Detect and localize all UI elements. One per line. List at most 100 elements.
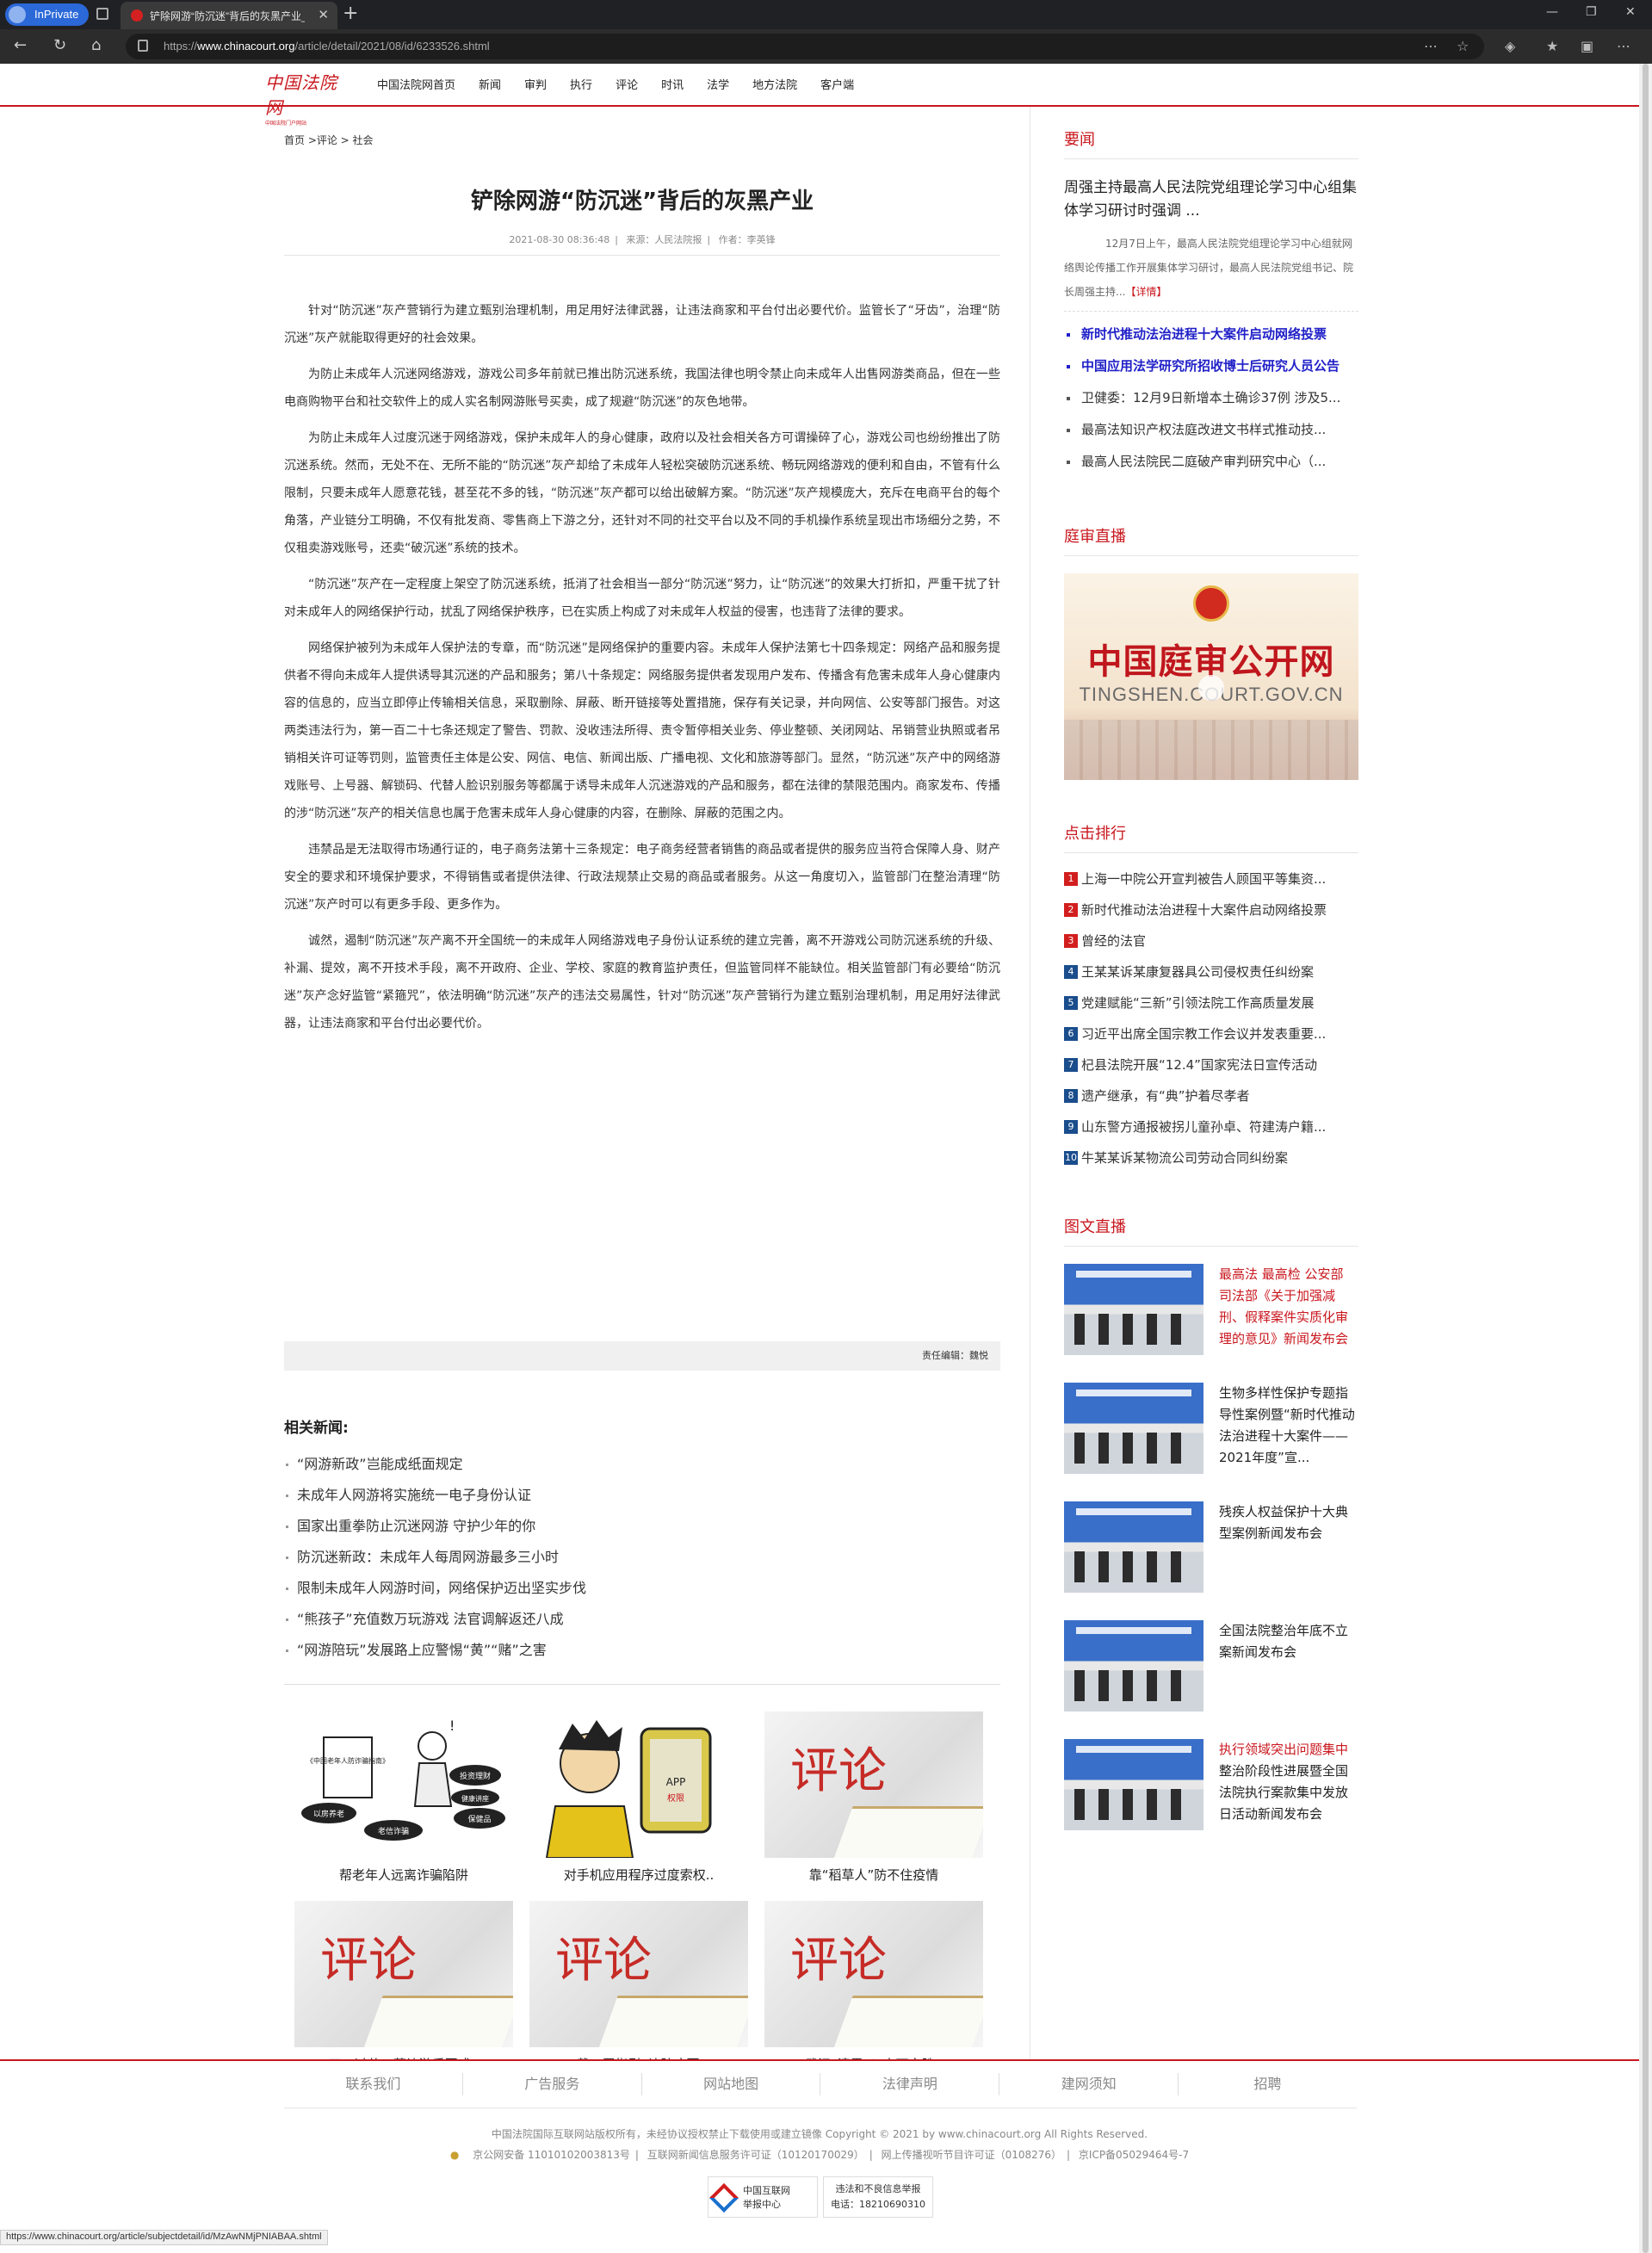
footer-link[interactable]: 联系我们 xyxy=(284,2073,463,2095)
related-link[interactable]: “熊孩子”充值数万玩游戏 法官调解返还八成 xyxy=(284,1604,1000,1635)
close-tab-icon[interactable]: ✕ xyxy=(318,7,329,22)
footer-link[interactable]: 广告服务 xyxy=(463,2073,642,2095)
cartoon-label: 投资理财 xyxy=(460,1771,491,1781)
rank-item[interactable]: 10 牛某某诉某物流公司劳动合同纠纷案 xyxy=(1064,1142,1358,1173)
picture-news-item[interactable]: 执行领域突出问题集中整治阶段性进展暨全国法院执行案款集中发放日活动新闻发布会 xyxy=(1064,1739,1358,1858)
thumb-card[interactable]: 评论 靠“稻草人”防不住疫情 xyxy=(764,1711,983,1901)
window-close-icon[interactable]: ✕ xyxy=(1625,5,1636,19)
picture-news-text[interactable]: 执行领域突出问题集中整治阶段性进展暨全国法院执行案款集中发放日活动新闻发布会 xyxy=(1219,1739,1358,1825)
lock-icon xyxy=(138,40,148,52)
restore-icon[interactable]: ❐ xyxy=(1586,5,1597,19)
nav-execution[interactable]: 执行 xyxy=(570,76,592,92)
minimize-icon[interactable]: — xyxy=(1546,5,1558,19)
nav-local-courts[interactable]: 地方法院 xyxy=(752,76,797,92)
nav-trial[interactable]: 审判 xyxy=(524,76,547,92)
url-field[interactable]: https://www.chinacourt.org/article/detai… xyxy=(126,34,1484,59)
back-icon[interactable]: ← xyxy=(14,36,27,54)
play-icon[interactable] xyxy=(1198,675,1224,701)
extensions-icon[interactable]: ◈ xyxy=(1505,38,1515,54)
headline-link[interactable]: 周强主持最高人民法院党组理论学习中心组集体学习研讨时强调 ... xyxy=(1064,176,1358,223)
rank-item[interactable]: 1 上海一中院公开宣判被告人顾国平等集资... xyxy=(1064,863,1358,894)
picture-news-text[interactable]: 最高法 最高检 公安部 司法部《关于加强减刑、假释案件实质化审理的意见》新闻发布… xyxy=(1219,1264,1358,1350)
related-link[interactable]: 限制未成年人网游时间，网络保护迈出坚实步伐 xyxy=(284,1573,1000,1604)
thumb-card[interactable]: 《中国老年人防诈骗指南》 ! 以房养老 投资理财 保健品 老信诈骗 健康讲座 帮… xyxy=(294,1711,513,1901)
home-icon[interactable]: ⌂ xyxy=(91,36,101,54)
picture-news-item[interactable]: 最高法 最高检 公安部 司法部《关于加强减刑、假释案件实质化审理的意见》新闻发布… xyxy=(1064,1264,1358,1383)
nav-client[interactable]: 客户端 xyxy=(820,76,854,92)
thumb-card[interactable]: APP 权限 对手机应用程序过度索权.. xyxy=(529,1711,748,1901)
new-tab-icon[interactable]: + xyxy=(343,3,358,24)
refresh-icon[interactable]: ↻ xyxy=(53,36,66,54)
news-link[interactable]: 卫健委：12月9日新增本土确诊37例 涉及5... xyxy=(1064,382,1358,414)
news-link[interactable]: 最高人民法院民二庭破产审判研究中心（... xyxy=(1064,446,1358,478)
rank-item[interactable]: 8 遗产继承，有“典”护着尽孝者 xyxy=(1064,1080,1358,1111)
breadcrumb[interactable]: 首页 >评论 > 社会 xyxy=(284,133,1000,147)
picture-news-item[interactable]: 生物多样性保护专题指导性案例暨“新时代推动法治进程十大案件——2021年度”宣.… xyxy=(1064,1383,1358,1501)
footer-link[interactable]: 网站地图 xyxy=(642,2073,821,2095)
details-link[interactable]: 【详情】 xyxy=(1125,286,1166,298)
license-item[interactable]: 京ICP备05029464号-7 xyxy=(1079,2149,1189,2161)
license-item[interactable]: 网上传播视听节目许可证（0108276） xyxy=(882,2149,1061,2161)
related-link[interactable]: “网游陪玩”发展路上应警惕“黄”“赌”之害 xyxy=(284,1635,1000,1666)
rank-item[interactable]: 7 杞县法院开展“12.4”国家宪法日宣传活动 xyxy=(1064,1049,1358,1080)
picture-news-item[interactable]: 残疾人权益保护十大典型案例新闻发布会 xyxy=(1064,1501,1358,1620)
favorite-star-icon[interactable]: ☆ xyxy=(1457,38,1469,54)
nav-news[interactable]: 新闻 xyxy=(479,76,501,92)
main-nav: 中国法院网首页 新闻 审判 执行 评论 时讯 法学 地方法院 客户端 xyxy=(377,76,877,92)
read-aloud-icon[interactable]: ⋯ xyxy=(1424,38,1438,54)
section-title-pictures: 图文直播 xyxy=(1064,1215,1358,1247)
license-info: ● 京公网安备 11010102003813号 | 互联网新闻信息服务许可证（10… xyxy=(449,2149,1190,2161)
report-hotline-badge[interactable]: 违法和不良信息举报 电话：18210690310 xyxy=(823,2176,933,2218)
picture-news-item[interactable]: 全国法院整治年底不立案新闻发布会 xyxy=(1064,1620,1358,1739)
news-link[interactable]: 新时代推动法治进程十大案件启动网络投票 xyxy=(1064,319,1358,350)
nav-home[interactable]: 中国法院网首页 xyxy=(377,76,455,92)
press-conference-image xyxy=(1064,1383,1203,1474)
paragraph: “防沉迷”灰产在一定程度上架空了防沉迷系统，抵消了社会相当一部分“防沉迷”努力，… xyxy=(284,578,1000,619)
inprivate-badge[interactable]: InPrivate xyxy=(5,3,90,26)
license-item[interactable]: 京公网安备 11010102003813号 xyxy=(473,2149,630,2161)
footer-link[interactable]: 建网须知 xyxy=(999,2073,1179,2095)
tab-actions-icon[interactable] xyxy=(96,8,108,20)
favorites-icon[interactable]: ★ xyxy=(1546,38,1558,54)
report-center-badge[interactable]: 中国互联网 举报中心 xyxy=(708,2176,818,2218)
cartoon-label: APP xyxy=(666,1776,686,1788)
scrollbar[interactable] xyxy=(1639,64,1652,2253)
rank-item[interactable]: 9 山东警方通报被拐儿童孙卓、符建涛户籍... xyxy=(1064,1111,1358,1142)
rank-item[interactable]: 6 习近平出席全国宗教工作会议并发表重要... xyxy=(1064,1018,1358,1049)
related-link[interactable]: 国家出重拳防止沉迷网游 守护少年的你 xyxy=(284,1511,1000,1542)
related-link[interactable]: “网游新政”岂能成纸面规定 xyxy=(284,1449,1000,1480)
scrollbar-thumb[interactable] xyxy=(1643,64,1649,2253)
related-link[interactable]: 防沉迷新政：未成年人每周网游最多三小时 xyxy=(284,1542,1000,1573)
thumb-caption[interactable]: 靠“稻草人”防不住疫情 xyxy=(764,1866,983,1884)
paragraph: 为防止未成年人沉迷网络游戏，游戏公司多年前就已推出防沉迷系统，我国法律也明令禁止… xyxy=(284,368,1000,409)
rank-item[interactable]: 4 王某某诉某康复器具公司侵权责任纠纷案 xyxy=(1064,956,1358,987)
rank-item[interactable]: 5 党建赋能“三新”引领法院工作高质量发展 xyxy=(1064,987,1358,1018)
paragraph: 违禁品是无法取得市场通行证的，电子商务法第十三条规定：电子商务经营者销售的商品或… xyxy=(284,843,1000,912)
related-link[interactable]: 未成年人网游将实施统一电子身份认证 xyxy=(284,1480,1000,1511)
news-link[interactable]: 中国应用法学研究所招收博士后研究人员公告 xyxy=(1064,350,1358,382)
nav-commentary[interactable]: 评论 xyxy=(616,76,638,92)
picture-news-text[interactable]: 生物多样性保护专题指导性案例暨“新时代推动法治进程十大案件——2021年度”宣.… xyxy=(1219,1383,1358,1469)
nav-law-studies[interactable]: 法学 xyxy=(707,76,729,92)
footer-link[interactable]: 法律声明 xyxy=(820,2073,1000,2095)
thumb-caption[interactable]: 对手机应用程序过度索权.. xyxy=(529,1866,748,1884)
rank-item[interactable]: 2 新时代推动法治进程十大案件启动网络投票 xyxy=(1064,894,1358,925)
picture-news-text[interactable]: 残疾人权益保护十大典型案例新闻发布会 xyxy=(1219,1501,1358,1544)
collections-icon[interactable]: ▣ xyxy=(1581,38,1593,54)
thumb-caption[interactable]: 帮老年人远离诈骗陷阱 xyxy=(294,1866,513,1884)
footer-link[interactable]: 招聘 xyxy=(1179,2073,1357,2095)
responsible-editor: 责任编辑：魏悦 xyxy=(284,1341,1000,1371)
browser-tab-active[interactable]: 铲除网游“防沉迷”背后的灰黑产业_ ✕ xyxy=(121,2,337,29)
rank-number: 2 xyxy=(1064,903,1078,917)
rank-item[interactable]: 3 曾经的法官 xyxy=(1064,925,1358,956)
news-link[interactable]: 最高法知识产权法庭改进文书样式推动技... xyxy=(1064,414,1358,446)
court-live-banner[interactable]: 中国庭审公开网 TINGSHEN.COURT.GOV.CN xyxy=(1064,573,1358,780)
settings-more-icon[interactable]: ⋯ xyxy=(1617,38,1630,54)
site-logo[interactable]: 中国法院网 中国法院门户网站 xyxy=(265,69,348,127)
license-item[interactable]: 互联网新闻信息服务许可证（10120170029） xyxy=(647,2149,864,2161)
nav-briefs[interactable]: 时讯 xyxy=(661,76,684,92)
inprivate-label: InPrivate xyxy=(34,8,79,21)
commentary-word: 评论 xyxy=(555,1933,652,1989)
picture-news-text[interactable]: 全国法院整治年底不立案新闻发布会 xyxy=(1219,1620,1358,1663)
police-badge-icon: ● xyxy=(449,2149,460,2161)
